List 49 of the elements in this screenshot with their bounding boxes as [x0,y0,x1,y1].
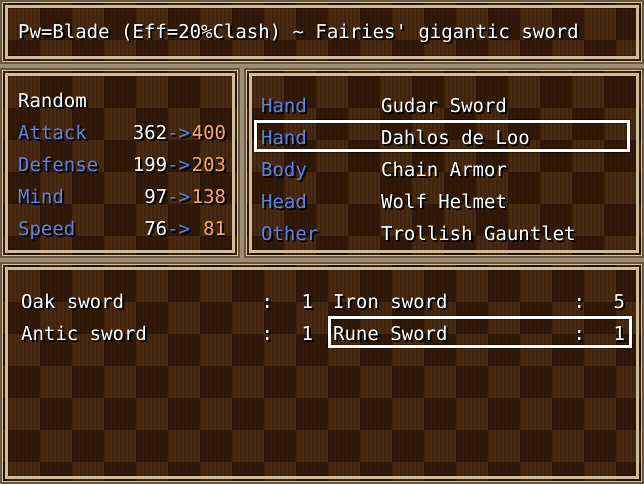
arrow-text: -> [167,185,190,210]
slot-label: Other [261,222,320,245]
item-name: Rune Sword [333,322,448,345]
colon-separator: : [574,290,585,313]
stat-label: Attack [18,121,87,146]
item-name: Antic sword [21,322,148,345]
item-row[interactable]: Rune Sword : 1 [328,316,632,348]
equipment-slot-row[interactable]: Other Trollish Gauntlet [254,216,630,248]
item-row[interactable]: Oak sword : 1 [16,284,320,316]
help-text: Pw=Blade (Eff=20%Clash) ~ Fairies' gigantic sword [18,20,579,44]
stat-current-value: 97 [144,185,168,210]
stat-label: Defense [18,153,98,178]
item-count: 5 [612,290,625,313]
item-count: 1 [612,322,625,345]
item-name: Iron sword [333,290,448,313]
stat-new-value: 400 [190,121,226,146]
arrow-text: -> [167,217,190,242]
slot-label: Hand [261,126,308,149]
equipped-item-name: Chain Armor [381,158,507,181]
equipment-slot-row[interactable]: Body Chain Armor [254,152,630,184]
slot-label: Head [261,190,308,213]
character-name: Random [18,89,87,114]
stat-current-value: 362 [132,121,168,146]
equipment-slot-row[interactable]: Head Wolf Helmet [254,184,630,216]
item-row[interactable]: Antic sword : 1 [16,316,320,348]
colon-separator: : [262,290,273,313]
equipped-item-name: Gudar Sword [381,94,507,117]
arrow-text: -> [167,121,190,146]
stat-new-value: 203 [190,153,226,178]
stat-new-value: 81 [202,217,226,242]
colon-separator: : [574,322,585,345]
item-row[interactable]: Iron sword : 5 [328,284,632,316]
stat-current-value: 76 [144,217,168,242]
equipped-item-name: Wolf Helmet [381,190,507,213]
equipment-slot-row[interactable]: Hand Dahlos de Loo [254,120,630,152]
stat-label: Speed [18,217,76,242]
stat-new-value: 138 [190,185,226,210]
item-count: 1 [300,290,313,313]
equipped-item-name: Dahlos de Loo [381,126,530,149]
slot-label: Hand [261,94,308,117]
equipment-slot-row[interactable]: Hand Gudar Sword [254,88,630,120]
colon-separator: : [262,322,273,345]
item-name: Oak sword [21,290,125,313]
arrow-text: -> [167,153,190,178]
equipped-item-name: Trollish Gauntlet [381,222,576,245]
slot-label: Body [261,158,308,181]
item-count: 1 [300,322,313,345]
stat-label: Mind [18,185,64,210]
stat-current-value: 199 [132,153,168,178]
